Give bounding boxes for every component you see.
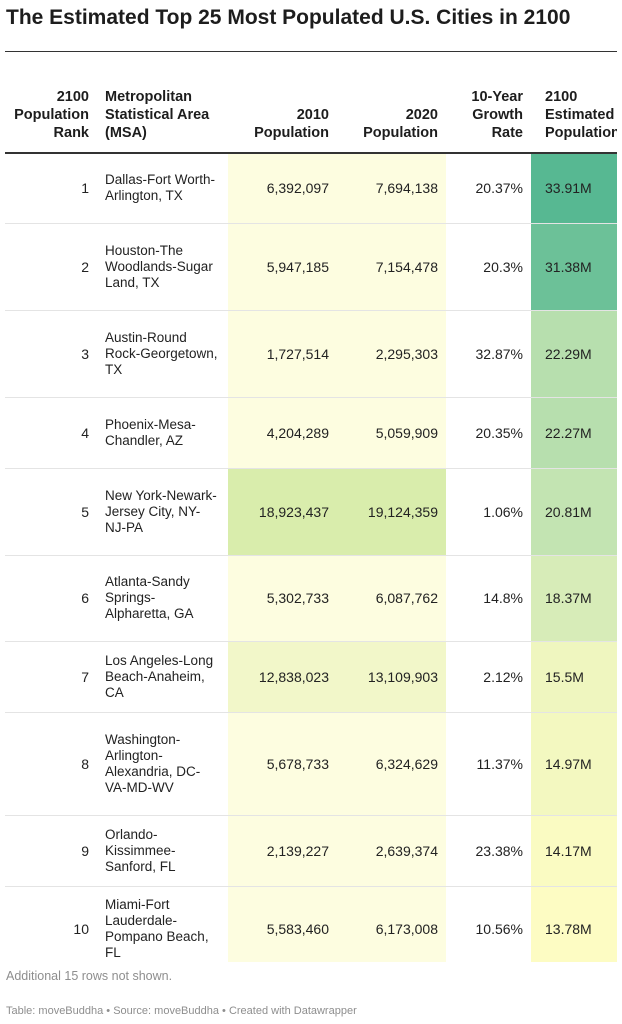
table-row: 4 Phoenix-Mesa-Chandler, AZ 4,204,289 5,059… bbox=[5, 397, 617, 469]
rows-hidden-note: Additional 15 rows not shown. bbox=[6, 969, 173, 983]
cell-msa: Austin-Round Rock-Georgetown, TX bbox=[97, 310, 228, 398]
population-table: 2100 Population Rank Metropolitan Statis… bbox=[5, 52, 617, 962]
cell-msa: Phoenix-Mesa-Chandler, AZ bbox=[97, 397, 228, 469]
cell-2100-estimated: 14.97M bbox=[531, 712, 617, 816]
source-footer: Table: moveBuddha • Source: moveBuddha •… bbox=[6, 1005, 357, 1017]
cell-msa: Orlando-Kissimmee-Sanford, FL bbox=[97, 815, 228, 887]
cell-rank: 5 bbox=[5, 468, 97, 556]
cell-2020-population: 2,295,303 bbox=[337, 310, 446, 398]
cell-growth-rate: 14.8% bbox=[446, 555, 531, 642]
cell-msa: Dallas-Fort Worth-Arlington, TX bbox=[97, 153, 228, 224]
cell-2020-population: 2,639,374 bbox=[337, 815, 446, 887]
cell-rank: 3 bbox=[5, 310, 97, 398]
cell-2010-population: 12,838,023 bbox=[228, 641, 337, 713]
chart-title: The Estimated Top 25 Most Populated U.S.… bbox=[6, 6, 571, 29]
data-table-container[interactable]: 2100 Population Rank Metropolitan Statis… bbox=[5, 51, 617, 962]
table-row: 7 Los Angeles-Long Beach-Anaheim, CA 12,83… bbox=[5, 641, 617, 713]
table-row: 8 Washington-Arlington-Alexandria, DC-VA-… bbox=[5, 712, 617, 816]
cell-2100-estimated: 20.81M bbox=[531, 468, 617, 556]
cell-2010-population: 1,727,514 bbox=[228, 310, 337, 398]
cell-msa: Washington-Arlington-Alexandria, DC-VA-M… bbox=[97, 712, 228, 816]
cell-rank: 1 bbox=[5, 153, 97, 224]
cell-2020-population: 7,694,138 bbox=[337, 153, 446, 224]
cell-msa: Houston-The Woodlands-Sugar Land, TX bbox=[97, 223, 228, 311]
cell-rank: 6 bbox=[5, 555, 97, 642]
header-2010-population[interactable]: 2010 Population bbox=[228, 52, 337, 154]
table-header-row: 2100 Population Rank Metropolitan Statis… bbox=[5, 52, 617, 154]
cell-2010-population: 5,583,460 bbox=[228, 886, 337, 962]
table-row: 1 Dallas-Fort Worth-Arlington, TX 6,392,09… bbox=[5, 153, 617, 224]
table-row: 2 Houston-The Woodlands-Sugar Land, TX 5,9… bbox=[5, 223, 617, 311]
cell-2100-estimated: 14.17M bbox=[531, 815, 617, 887]
cell-rank: 9 bbox=[5, 815, 97, 887]
cell-growth-rate: 10.56% bbox=[446, 886, 531, 962]
header-msa[interactable]: Metropolitan Statistical Area (MSA) bbox=[97, 52, 228, 154]
cell-growth-rate: 23.38% bbox=[446, 815, 531, 887]
cell-2010-population: 2,139,227 bbox=[228, 815, 337, 887]
cell-2010-population: 5,678,733 bbox=[228, 712, 337, 816]
header-2020-population[interactable]: 2020 Population bbox=[337, 52, 446, 154]
table-row: 6 Atlanta-Sandy Springs-Alpharetta, GA 5,3… bbox=[5, 555, 617, 642]
table-row: 9 Orlando-Kissimmee-Sanford, FL 2,139,227 2… bbox=[5, 815, 617, 887]
table-body: 1 Dallas-Fort Worth-Arlington, TX 6,392,09… bbox=[5, 153, 617, 962]
cell-2020-population: 7,154,478 bbox=[337, 223, 446, 311]
cell-growth-rate: 20.35% bbox=[446, 397, 531, 469]
cell-growth-rate: 2.12% bbox=[446, 641, 531, 713]
table-row: 10 Miami-Fort Lauderdale-Pompano Beach, F… bbox=[5, 886, 617, 962]
table-row: 3 Austin-Round Rock-Georgetown, TX 1,727,5… bbox=[5, 310, 617, 398]
cell-growth-rate: 20.37% bbox=[446, 153, 531, 224]
cell-2100-estimated: 22.27M bbox=[531, 397, 617, 469]
cell-2100-estimated: 33.91M bbox=[531, 153, 617, 224]
cell-rank: 2 bbox=[5, 223, 97, 311]
cell-2010-population: 4,204,289 bbox=[228, 397, 337, 469]
cell-growth-rate: 1.06% bbox=[446, 468, 531, 556]
cell-growth-rate: 20.3% bbox=[446, 223, 531, 311]
cell-2020-population: 6,324,629 bbox=[337, 712, 446, 816]
cell-rank: 4 bbox=[5, 397, 97, 469]
cell-2100-estimated: 13.78M bbox=[531, 886, 617, 962]
cell-2020-population: 13,109,903 bbox=[337, 641, 446, 713]
header-growth-rate[interactable]: 10-Year Growth Rate bbox=[446, 52, 531, 154]
cell-msa: Miami-Fort Lauderdale-Pompano Beach, FL bbox=[97, 886, 228, 962]
cell-rank: 8 bbox=[5, 712, 97, 816]
cell-2100-estimated: 15.5M bbox=[531, 641, 617, 713]
cell-growth-rate: 11.37% bbox=[446, 712, 531, 816]
cell-2020-population: 19,124,359 bbox=[337, 468, 446, 556]
cell-2020-population: 5,059,909 bbox=[337, 397, 446, 469]
cell-2100-estimated: 31.38M bbox=[531, 223, 617, 311]
cell-2010-population: 18,923,437 bbox=[228, 468, 337, 556]
cell-2010-population: 5,302,733 bbox=[228, 555, 337, 642]
cell-2100-estimated: 18.37M bbox=[531, 555, 617, 642]
cell-2010-population: 6,392,097 bbox=[228, 153, 337, 224]
cell-2010-population: 5,947,185 bbox=[228, 223, 337, 311]
cell-rank: 7 bbox=[5, 641, 97, 713]
cell-2020-population: 6,173,008 bbox=[337, 886, 446, 962]
table-row: 5 New York-Newark-Jersey City, NY-NJ-PA 18… bbox=[5, 468, 617, 556]
header-2100-estimated[interactable]: 2100 Estimated Population bbox=[531, 52, 617, 154]
cell-growth-rate: 32.87% bbox=[446, 310, 531, 398]
cell-msa: Los Angeles-Long Beach-Anaheim, CA bbox=[97, 641, 228, 713]
cell-2100-estimated: 22.29M bbox=[531, 310, 617, 398]
cell-msa: New York-Newark-Jersey City, NY-NJ-PA bbox=[97, 468, 228, 556]
cell-msa: Atlanta-Sandy Springs-Alpharetta, GA bbox=[97, 555, 228, 642]
cell-rank: 10 bbox=[5, 886, 97, 962]
header-rank[interactable]: 2100 Population Rank bbox=[5, 52, 97, 154]
cell-2020-population: 6,087,762 bbox=[337, 555, 446, 642]
